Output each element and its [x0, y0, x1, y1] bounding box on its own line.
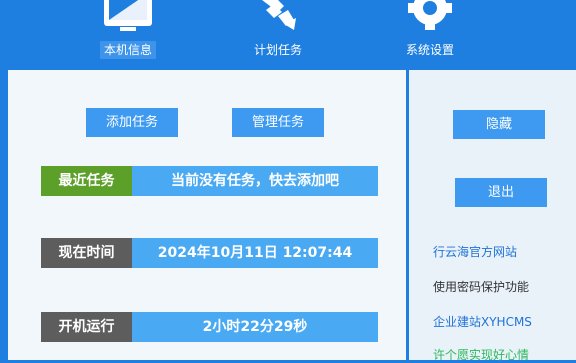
tab-label: 计划任务	[253, 43, 303, 57]
recent-task-label: 最近任务	[41, 166, 132, 196]
top-toolbar: 本机信息 计划任务 系统设置	[0, 0, 576, 68]
tab-local-info[interactable]: 本机信息	[88, 0, 168, 68]
gear-icon	[400, 0, 460, 38]
tab-label: 系统设置	[405, 43, 455, 57]
side-panel: 隐藏 退出 行云海官方网站 使用密码保护功能 企业建站XYHCMS 许个愿实现好…	[409, 70, 576, 363]
cms-link[interactable]: 企业建站XYHCMS	[433, 313, 532, 330]
current-time-value: 2024年10月11日 12:07:44	[132, 238, 378, 268]
arrows-icon	[248, 0, 308, 38]
tab-scheduled-tasks[interactable]: 计划任务	[238, 0, 318, 68]
manage-task-button[interactable]: 管理任务	[232, 108, 324, 137]
monitor-icon	[98, 0, 158, 38]
add-task-button[interactable]: 添加任务	[86, 108, 178, 137]
uptime-row: 开机运行 2小时22分29秒	[41, 312, 378, 342]
exit-button[interactable]: 退出	[455, 178, 547, 207]
tab-label: 本机信息	[99, 41, 157, 59]
uptime-value: 2小时22分29秒	[132, 312, 378, 342]
wish-link[interactable]: 许个愿实现好心情	[433, 346, 529, 363]
official-site-link[interactable]: 行云海官方网站	[433, 243, 517, 260]
current-time-row: 现在时间 2024年10月11日 12:07:44	[41, 238, 378, 268]
current-time-label: 现在时间	[41, 238, 132, 268]
recent-task-row: 最近任务 当前没有任务，快去添加吧	[41, 166, 378, 196]
main-panel: 添加任务 管理任务 最近任务 当前没有任务，快去添加吧 现在时间 2024年10…	[8, 70, 406, 360]
tab-system-settings[interactable]: 系统设置	[390, 0, 470, 68]
hide-button[interactable]: 隐藏	[453, 110, 545, 139]
recent-task-value: 当前没有任务，快去添加吧	[132, 166, 378, 196]
uptime-label: 开机运行	[41, 312, 132, 342]
password-protection-link[interactable]: 使用密码保护功能	[433, 278, 529, 295]
